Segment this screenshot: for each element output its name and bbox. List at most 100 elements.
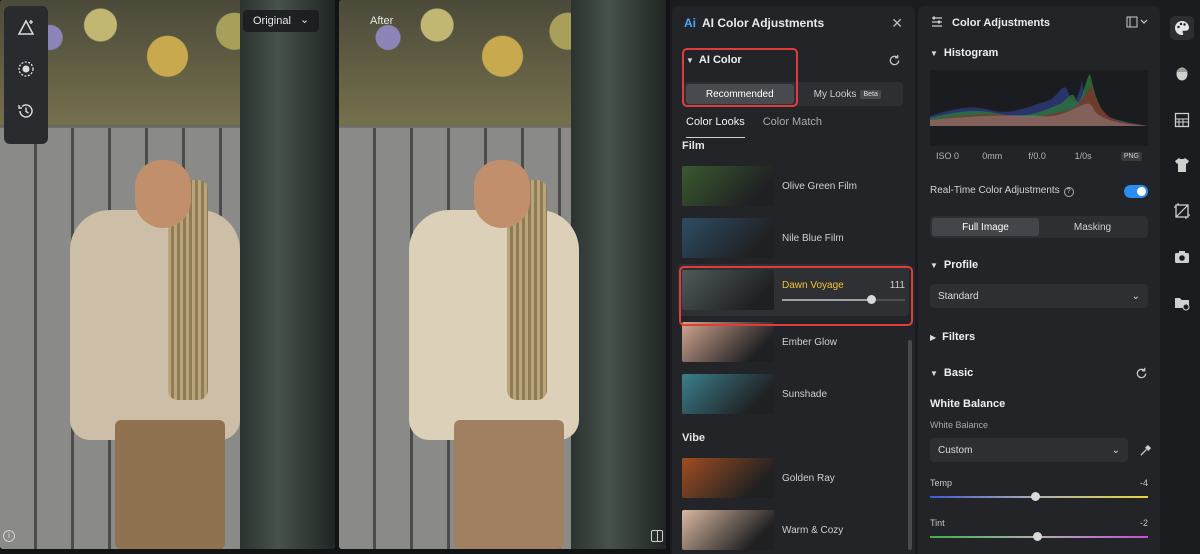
look-name: Nile Blue Film bbox=[782, 232, 844, 244]
exif-row: ISO 0 0mm f/0.0 1/0s PNG bbox=[918, 146, 1160, 166]
collapse-triangle-icon: ▼ bbox=[930, 368, 938, 378]
realtime-toggle[interactable] bbox=[1124, 184, 1148, 198]
chevron-down-icon: ⌄ bbox=[1111, 444, 1120, 456]
profile-section-header[interactable]: ▼ Profile bbox=[918, 254, 1160, 276]
look-item[interactable]: Olive Green Film bbox=[672, 160, 915, 212]
basic-section-header[interactable]: ▼ Basic bbox=[918, 362, 1160, 384]
look-item[interactable]: Dawn Voyage 111 bbox=[678, 264, 909, 316]
look-item[interactable]: Warm & Cozy bbox=[672, 504, 915, 554]
tab-masking[interactable]: Masking bbox=[1039, 218, 1146, 236]
face-retouch-icon[interactable] bbox=[1170, 62, 1194, 86]
look-thumbnail bbox=[682, 218, 774, 258]
camera-icon[interactable] bbox=[1170, 245, 1194, 269]
close-icon[interactable]: ✕ bbox=[891, 15, 903, 32]
collapse-triangle-icon: ▼ bbox=[686, 55, 694, 65]
collapse-triangle-icon: ▼ bbox=[930, 48, 938, 58]
tint-slider-handle[interactable] bbox=[1032, 532, 1042, 541]
profile-value: Standard bbox=[938, 290, 979, 302]
histogram-label: Histogram bbox=[943, 47, 999, 59]
look-name: Warm & Cozy bbox=[782, 524, 844, 536]
chevron-down-icon: ⌄ bbox=[299, 14, 310, 26]
crop-icon[interactable] bbox=[1170, 199, 1194, 223]
look-thumbnail bbox=[682, 458, 774, 498]
look-name: Dawn Voyage bbox=[782, 279, 844, 291]
clothing-icon[interactable] bbox=[1170, 153, 1194, 177]
color-adjustments-panel: Color Adjustments ▼ Histogram ISO 0 0mm … bbox=[918, 6, 1160, 554]
iso-value: ISO 0 bbox=[936, 151, 960, 161]
format-badge: PNG bbox=[1120, 151, 1142, 161]
tab-recommended[interactable]: Recommended bbox=[686, 84, 794, 104]
ai-color-section-header[interactable]: ▼ AI Color bbox=[672, 48, 915, 72]
canvas-toolbar bbox=[4, 6, 48, 144]
tint-value: -2 bbox=[1139, 518, 1148, 528]
help-icon[interactable]: ? bbox=[1063, 187, 1074, 197]
looks-list: Film Olive Green Film Nile Blue Film Dawn V… bbox=[672, 140, 915, 554]
look-intensity-value: 111 bbox=[889, 279, 905, 291]
look-thumbnail bbox=[682, 322, 774, 362]
info-icon[interactable]: i bbox=[3, 530, 15, 542]
after-label: After bbox=[370, 15, 394, 27]
look-item[interactable]: Golden Ray bbox=[672, 452, 915, 504]
histogram-section-header[interactable]: ▼ Histogram bbox=[918, 42, 1160, 64]
look-item[interactable]: Ember Glow bbox=[672, 316, 915, 368]
temp-slider[interactable]: Temp -4 bbox=[918, 478, 1160, 501]
eyedropper-icon[interactable] bbox=[1138, 443, 1152, 457]
temp-value: -4 bbox=[1139, 478, 1148, 488]
look-intensity-handle[interactable] bbox=[866, 294, 876, 304]
ai-adjust-tool-icon[interactable] bbox=[13, 14, 39, 40]
look-intensity-slider[interactable]: Dawn Voyage 111 bbox=[782, 279, 905, 304]
sliders-icon bbox=[930, 15, 944, 32]
chevron-down-icon: ⌄ bbox=[1131, 290, 1140, 302]
beta-badge: Beta bbox=[860, 89, 881, 99]
after-photo bbox=[339, 0, 666, 549]
history-icon[interactable] bbox=[13, 98, 39, 124]
background-icon[interactable] bbox=[1170, 108, 1194, 132]
histogram bbox=[930, 70, 1148, 146]
realtime-label: Real-Time Color Adjustments bbox=[930, 185, 1060, 196]
look-name: Ember Glow bbox=[782, 336, 838, 348]
look-group-title: Vibe bbox=[682, 432, 706, 444]
mask-tool-icon[interactable] bbox=[13, 56, 39, 82]
look-thumbnail bbox=[682, 270, 774, 310]
profile-label: Profile bbox=[943, 259, 979, 271]
temp-slider-handle[interactable] bbox=[1030, 492, 1040, 501]
look-thumbnail bbox=[682, 166, 774, 206]
ai-logo-icon: Ai bbox=[684, 16, 696, 30]
export-folder-icon[interactable] bbox=[1170, 291, 1194, 315]
layout-toggle-icon[interactable] bbox=[1126, 16, 1148, 31]
look-thumbnail bbox=[682, 510, 774, 550]
look-item[interactable]: Sunshade bbox=[672, 368, 915, 420]
profile-dropdown[interactable]: Standard ⌄ bbox=[930, 284, 1148, 308]
reset-icon[interactable] bbox=[1134, 366, 1148, 380]
tint-label: Tint bbox=[930, 518, 945, 528]
focal-value: 0mm bbox=[982, 151, 1003, 161]
reset-icon[interactable] bbox=[887, 53, 901, 67]
realtime-row: Real-Time Color Adjustments? bbox=[918, 180, 1160, 202]
white-balance-value: Custom bbox=[938, 444, 973, 456]
look-name: Olive Green Film bbox=[782, 180, 858, 192]
white-balance-dropdown[interactable]: Custom ⌄ bbox=[930, 438, 1128, 462]
tab-full-image[interactable]: Full Image bbox=[932, 218, 1039, 236]
split-view-icon[interactable] bbox=[651, 530, 663, 542]
look-mode-tabs: Recommended My Looks Beta bbox=[684, 82, 903, 106]
tab-color-match[interactable]: Color Match bbox=[763, 116, 822, 134]
shutter-value: 1/0s bbox=[1074, 151, 1092, 161]
palette-icon[interactable] bbox=[1170, 16, 1194, 40]
aperture-value: f/0.0 bbox=[1028, 151, 1046, 161]
tint-slider[interactable]: Tint -2 bbox=[918, 518, 1160, 541]
module-sidebar bbox=[1162, 0, 1200, 554]
filters-section-header[interactable]: ▶ Filters bbox=[918, 326, 1160, 348]
panel-title: Color Adjustments bbox=[952, 17, 1050, 29]
tab-color-looks[interactable]: Color Looks bbox=[686, 116, 745, 138]
ai-color-label: AI Color bbox=[698, 54, 742, 66]
tab-my-looks[interactable]: My Looks Beta bbox=[794, 84, 902, 104]
compare-mode-dropdown[interactable]: Original ⌄ bbox=[243, 10, 320, 32]
basic-label: Basic bbox=[943, 367, 974, 379]
panel-title: AI Color Adjustments bbox=[702, 16, 825, 30]
look-item[interactable]: Nile Blue Film bbox=[672, 212, 915, 264]
look-intensity-track[interactable] bbox=[782, 294, 905, 304]
compare-mode-value: Original bbox=[253, 15, 291, 27]
looks-scrollbar[interactable] bbox=[908, 340, 912, 550]
white-balance-title: White Balance bbox=[930, 398, 1006, 410]
look-sub-tabs: Color Looks Color Match bbox=[672, 106, 915, 138]
